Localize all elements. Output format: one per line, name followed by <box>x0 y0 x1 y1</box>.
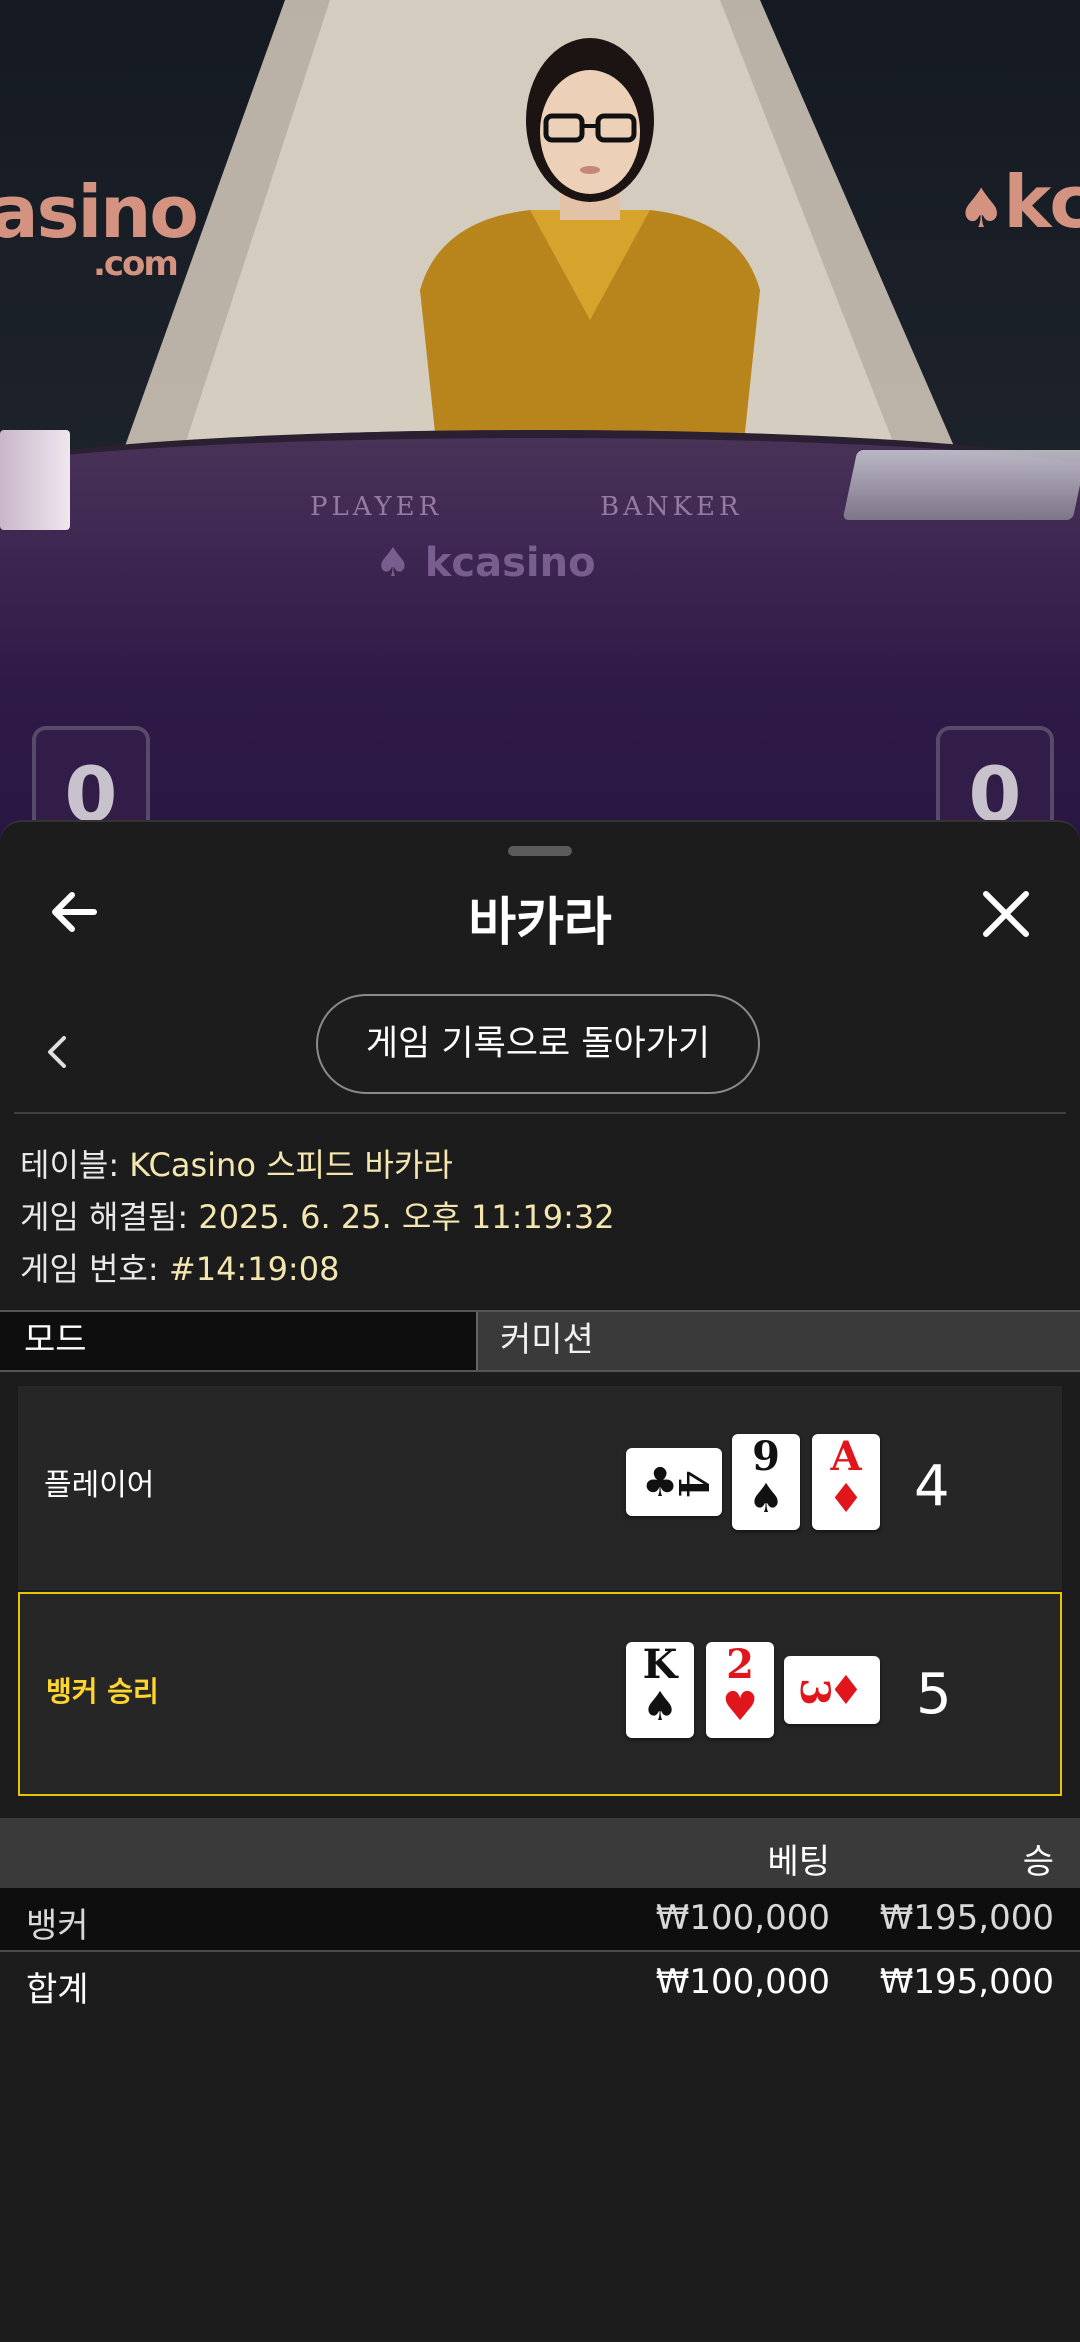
felt-player-label: PLAYER <box>310 492 443 522</box>
card-shoe <box>842 450 1080 520</box>
player-hand-label: 플레이어 <box>44 1468 155 1503</box>
playing-card: K ♠ <box>626 1642 694 1738</box>
game-details-sheet: 바카라 게임 기록으로 돌아가기 테이블: KCasino 스피드 바카라 게임… <box>0 820 1080 2342</box>
felt-logo: ♠ kcasino <box>375 540 596 586</box>
back-to-history-button[interactable]: 게임 기록으로 돌아가기 <box>316 994 760 1094</box>
dealer-figure <box>420 38 760 480</box>
bet-type: 뱅커 <box>26 1906 89 1946</box>
felt-banker-label: BANKER <box>600 492 743 522</box>
banker-total: 5 <box>916 1662 952 1727</box>
banker-win-label: 뱅커 승리 <box>46 1675 159 1708</box>
tab-mode[interactable]: 모드 <box>0 1312 478 1370</box>
table-row: 뱅커 ₩100,000 ₩195,000 <box>0 1888 1080 1952</box>
wall-logo-right: ♠kc <box>957 160 1080 244</box>
page-title: 바카라 <box>468 893 612 953</box>
close-icon[interactable] <box>976 884 1036 944</box>
results-header: 베팅 승 <box>0 1818 1080 1888</box>
player-total: 4 <box>914 1454 950 1519</box>
sheet-drag-handle[interactable] <box>508 846 572 856</box>
win-column-header: 승 <box>1022 1842 1054 1882</box>
wall-logo-left: asino .com <box>0 170 199 284</box>
total-label: 합계 <box>26 1970 89 2010</box>
chevron-left-icon[interactable] <box>40 1030 74 1074</box>
live-video-stream: asino .com ♠kc PLAYER BANKER ♠ kcasino 0 … <box>0 0 1080 840</box>
win-amount: ₩195,000 <box>879 1898 1054 1938</box>
playing-card: 2 ♥ <box>706 1642 774 1738</box>
banker-hand-row: 뱅커 승리 K ♠ 2 ♥ 3♦ 5 <box>18 1592 1062 1796</box>
bet-amount: ₩100,000 <box>655 1898 830 1938</box>
mode-tabs: 모드 커미션 <box>0 1310 1080 1372</box>
total-row: 합계 ₩100,000 ₩195,000 <box>0 1952 1080 2014</box>
resolved-time-info: 게임 해결됨: 2025. 6. 25. 오후 11:19:32 <box>20 1198 615 1236</box>
player-hand-row: 플레이어 ♣4 9 ♠ A ♦ 4 <box>18 1386 1062 1590</box>
playing-card: ♣4 <box>626 1448 722 1516</box>
playing-card: 3♦ <box>784 1656 880 1724</box>
divider <box>14 1112 1066 1114</box>
playing-card: A ♦ <box>812 1434 880 1530</box>
discard-stack <box>0 430 70 530</box>
playing-card: 9 ♠ <box>732 1434 800 1530</box>
bet-column-header: 베팅 <box>767 1842 830 1882</box>
total-win: ₩195,000 <box>879 1962 1054 2002</box>
game-number-info: 게임 번호: #14:19:08 <box>20 1250 340 1288</box>
table-info: 테이블: KCasino 스피드 바카라 <box>20 1146 453 1184</box>
total-bet: ₩100,000 <box>655 1962 830 2002</box>
tab-commission[interactable]: 커미션 <box>480 1312 1080 1370</box>
